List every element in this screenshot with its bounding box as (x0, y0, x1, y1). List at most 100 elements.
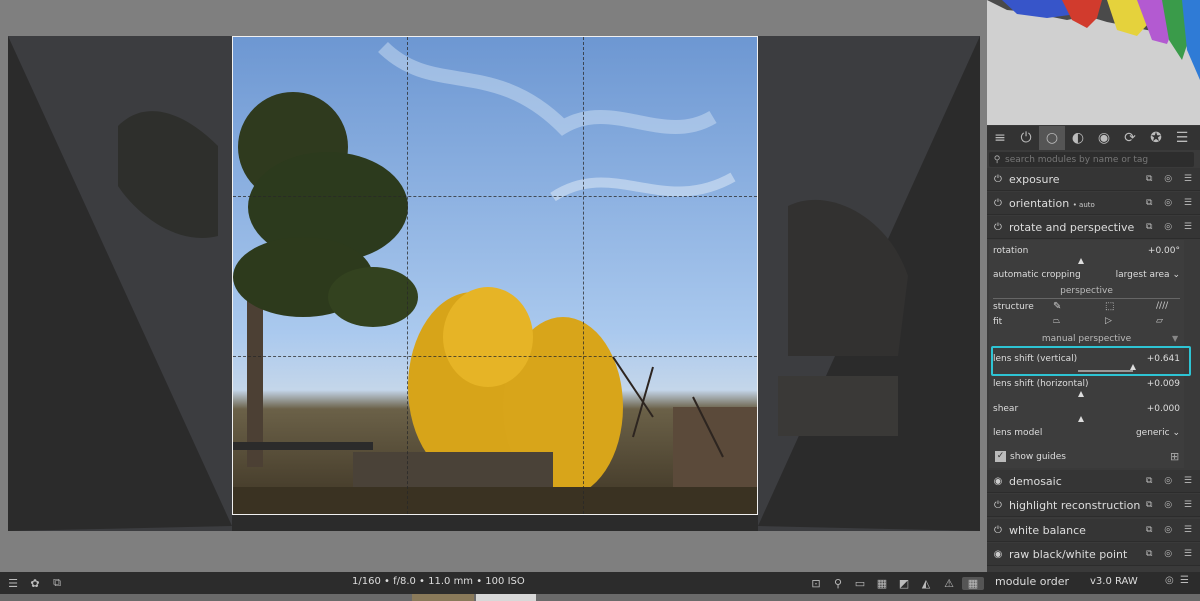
effect-modules-tab-icon[interactable]: ✪ (1143, 126, 1169, 150)
filmstrip-thumb-selected[interactable] (476, 594, 536, 601)
gamut-check-icon[interactable]: ◩ (893, 577, 915, 590)
module-order-label: module order (995, 575, 1070, 588)
chevron-down-icon: ⌄ (1172, 428, 1180, 438)
rotation-slider-marker[interactable] (1078, 258, 1084, 264)
collapse-triangle-icon[interactable]: ▼ (1172, 334, 1178, 343)
module-group-tabs: ≡ ⏻ ○ ◐ ◉ ⟳ ✪ ☰ (987, 126, 1200, 150)
multi-instance-icon[interactable]: ⧉ (1146, 549, 1152, 559)
focus-peaking-icon[interactable]: ⊡ (805, 577, 827, 590)
reset-icon[interactable]: ◎ (1164, 476, 1172, 486)
color-assessment-icon[interactable]: ⚲ (827, 577, 849, 590)
module-label: demosaic (1009, 474, 1062, 488)
search-icon: ⚲ (993, 154, 1001, 165)
tone-modules-tab-icon[interactable]: ◐ (1065, 126, 1091, 150)
rectangle-icon[interactable]: ⬚ (1105, 301, 1114, 312)
show-guides-checkbox[interactable]: ✓ (995, 451, 1006, 462)
reset-icon[interactable]: ◎ (1164, 525, 1172, 535)
reset-icon[interactable]: ◎ (1164, 198, 1172, 208)
multi-instance-icon[interactable]: ⧉ (1146, 174, 1152, 184)
guides-toggle-icon[interactable]: ▦ (962, 576, 984, 590)
quick-access-tab-icon[interactable]: ≡ (987, 126, 1013, 150)
correct-modules-tab-icon[interactable]: ⟳ (1117, 126, 1143, 150)
presets-icon[interactable]: ☰ (1184, 525, 1192, 535)
draw-lines-icon[interactable]: ✎ (1053, 301, 1061, 312)
photo-preview[interactable] (232, 36, 758, 515)
reset-icon[interactable]: ◎ (1164, 500, 1172, 510)
power-icon[interactable]: ⏻ (987, 222, 1009, 233)
multi-instance-icon[interactable]: ⧉ (1146, 500, 1152, 510)
lens-shift-horizontal-slider[interactable]: lens shift (horizontal) +0.009 (993, 379, 1180, 389)
shear-slider[interactable]: shear +0.000 (993, 404, 1180, 414)
reset-icon[interactable]: ◎ (1164, 222, 1172, 232)
photo-content (233, 41, 757, 514)
power-icon[interactable]: ⏻ (987, 525, 1009, 536)
fit-vertical-icon[interactable]: ⏢ (1053, 316, 1060, 326)
module-rotate-perspective[interactable]: ⏻ rotate and perspective ⧉ ◎ ☰ (987, 216, 1200, 239)
active-modules-tab-icon[interactable]: ⏻ (1013, 126, 1039, 150)
warning-icon[interactable]: ⚠ (938, 577, 960, 590)
rotation-value: +0.00° (1147, 246, 1180, 256)
presets-icon[interactable]: ☰ (1184, 198, 1192, 208)
fit-both-icon[interactable]: ⏥ (1156, 316, 1163, 326)
softproof-icon[interactable]: ▦ (871, 577, 893, 590)
styles-icon[interactable]: ✿ (24, 577, 46, 590)
presets-icon[interactable]: ☰ (1184, 476, 1192, 486)
guide-horizontal-2 (233, 356, 757, 357)
rotation-label: rotation (993, 246, 1029, 256)
exif-info: 1/160 • f/8.0 • 11.0 mm • 100 ISO (352, 576, 525, 587)
lens-h-label: lens shift (horizontal) (993, 379, 1089, 389)
module-demosaic[interactable]: ◉ demosaic ⧉ ◎ ☰ (987, 470, 1200, 493)
clipping-icon[interactable]: ◭ (915, 577, 937, 590)
auto-crop-value: largest area (1115, 270, 1170, 280)
filmstrip-thumb[interactable] (412, 594, 474, 601)
shear-slider-marker[interactable] (1078, 416, 1084, 422)
power-icon[interactable]: ⏻ (987, 500, 1009, 511)
presets-icon[interactable]: ☰ (1180, 575, 1189, 586)
guide-horizontal-1 (233, 196, 757, 197)
search-input[interactable]: search modules by name or tag (1005, 155, 1148, 165)
module-actions: ⧉ ◎ ☰ (1146, 198, 1200, 208)
reset-icon[interactable]: ◎ (1164, 174, 1172, 184)
lens-model-select[interactable]: lens model generic ⌄ (993, 428, 1180, 438)
multi-instance-icon[interactable]: ⧉ (1146, 525, 1152, 535)
base-modules-tab-icon[interactable]: ○ (1039, 126, 1065, 150)
presets-menu-icon[interactable]: ☰ (1169, 126, 1195, 150)
power-icon[interactable]: ⏻ (987, 174, 1009, 185)
presets-icon[interactable]: ☰ (1184, 549, 1192, 559)
color-modules-tab-icon[interactable]: ◉ (1091, 126, 1117, 150)
module-order-value[interactable]: v3.0 RAW (1090, 576, 1138, 587)
histogram[interactable] (987, 0, 1200, 125)
multi-instance-icon[interactable]: ⧉ (1146, 476, 1152, 486)
second-window-icon[interactable]: ⧉ (46, 576, 68, 590)
multi-instance-icon[interactable]: ⧉ (1146, 198, 1152, 208)
presets-icon[interactable]: ☰ (1184, 222, 1192, 232)
rotation-slider[interactable]: rotation +0.00° (993, 246, 1180, 256)
module-search[interactable]: ⚲ search modules by name or tag (989, 152, 1194, 167)
menu-icon[interactable]: ☰ (2, 577, 24, 590)
multi-instance-icon[interactable]: ⧉ (1146, 222, 1152, 232)
module-white-balance[interactable]: ⏻ white balance ⧉ ◎ ☰ (987, 519, 1200, 542)
guides-settings-icon[interactable]: ⊞ (1170, 450, 1179, 463)
lens-h-slider-marker[interactable] (1078, 391, 1084, 397)
shear-label: shear (993, 404, 1019, 414)
reset-icon[interactable]: ◎ (1165, 575, 1174, 586)
module-orientation[interactable]: ⏻ orientation • auto ⧉ ◎ ☰ (987, 192, 1200, 215)
presets-icon[interactable]: ☰ (1184, 174, 1192, 184)
guide-vertical-2 (583, 37, 584, 514)
module-actions: ⧉ ◎ ☰ (1146, 500, 1200, 510)
automatic-cropping-select[interactable]: automatic cropping largest area ⌄ (993, 270, 1180, 280)
module-raw-black-white-point[interactable]: ◉ raw black/white point ⧉ ◎ ☰ (987, 543, 1200, 566)
structure-label: structure (993, 302, 1034, 312)
fit-horizontal-icon[interactable]: ▷ (1105, 316, 1112, 326)
detect-lines-icon[interactable]: //// (1156, 301, 1168, 311)
center-view (0, 0, 987, 572)
presets-icon[interactable]: ☰ (1184, 500, 1192, 510)
auto-crop-label: automatic cropping (993, 270, 1081, 280)
module-label: orientation (1009, 196, 1070, 210)
raw-overexposed-icon[interactable]: ▭ (849, 577, 871, 590)
filmstrip[interactable] (0, 594, 1200, 601)
reset-icon[interactable]: ◎ (1164, 549, 1172, 559)
power-icon[interactable]: ⏻ (987, 198, 1009, 209)
module-exposure[interactable]: ⏻ exposure ⧉ ◎ ☰ (987, 168, 1200, 191)
module-highlight-reconstruction[interactable]: ⏻ highlight reconstruction ⧉ ◎ ☰ (987, 494, 1200, 517)
